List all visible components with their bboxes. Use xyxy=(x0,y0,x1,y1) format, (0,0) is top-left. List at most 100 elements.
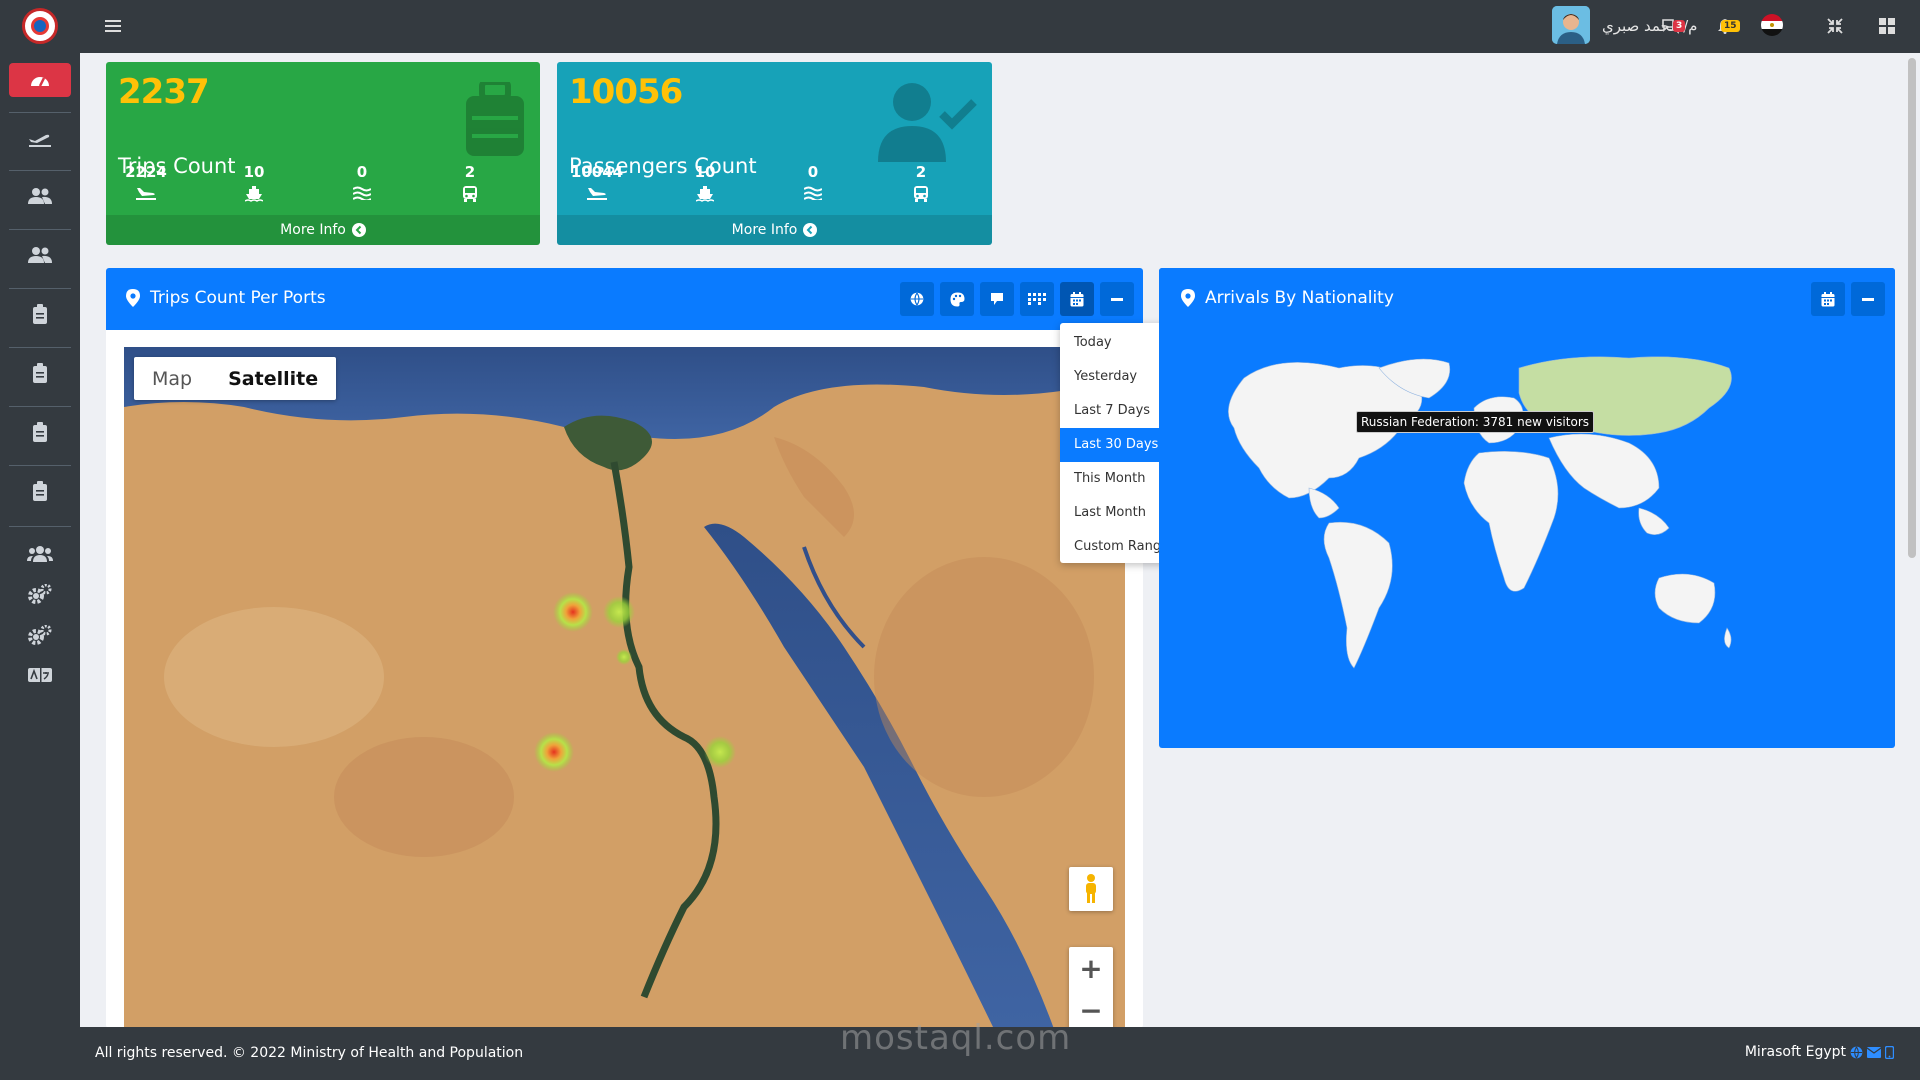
pegman-icon xyxy=(1086,874,1096,903)
trips-stat-air: 2224 xyxy=(116,162,176,200)
passengers-stat-sea: 10 xyxy=(675,162,735,202)
map-type-control: Map Satellite xyxy=(134,357,337,400)
cogs-icon xyxy=(28,584,52,604)
sidebar-item-dashboard[interactable] xyxy=(9,63,71,97)
tool-collapse-button[interactable] xyxy=(1100,282,1134,316)
user-check-icon xyxy=(878,83,977,162)
map-tooltip: Russian Federation: 3781 new visitors xyxy=(1356,411,1594,433)
clipboard-icon xyxy=(33,422,47,442)
trips-stat-water: 0 xyxy=(332,162,392,200)
satellite-imagery xyxy=(124,347,1125,1029)
grid-dots-icon xyxy=(1028,293,1046,305)
calendar-icon xyxy=(1821,291,1835,306)
tool-date-range-button[interactable] xyxy=(1060,282,1094,316)
mobile-icon[interactable] xyxy=(1885,1045,1894,1059)
ship-icon xyxy=(245,186,263,202)
world-map[interactable] xyxy=(1189,348,1749,718)
messages-badge: 3 xyxy=(1673,20,1686,32)
minus-icon xyxy=(1111,297,1123,301)
sidebar-item-settings-1[interactable] xyxy=(9,577,71,611)
tool-globe-button[interactable] xyxy=(900,282,934,316)
sidebar-item-settings-2[interactable] xyxy=(9,618,71,652)
passengers-stat-land: 2 xyxy=(891,162,951,202)
user-avatar[interactable] xyxy=(1552,6,1590,44)
users-icon xyxy=(28,188,52,204)
top-navbar: م/ محمد صبري 3 15 xyxy=(80,0,1920,53)
hamburger-icon xyxy=(105,20,121,32)
passengers-more-info-link[interactable]: More Info xyxy=(557,215,992,245)
clipboard-icon xyxy=(33,481,47,501)
map-marker-icon xyxy=(1181,289,1195,307)
clipboard-icon xyxy=(33,363,47,383)
sidebar-item-report-3[interactable] xyxy=(9,415,71,449)
arrivals-date-range-button[interactable] xyxy=(1811,282,1845,316)
compress-icon xyxy=(1827,18,1843,34)
trips-stat-land: 2 xyxy=(440,162,500,202)
footer-copyright: All rights reserved. © 2022 Ministry of … xyxy=(95,1045,524,1061)
footer-brand[interactable]: Mirasoft Egypt xyxy=(1745,1044,1846,1060)
sidebar-item-report-2[interactable] xyxy=(9,356,71,390)
watermark: mostaql.com xyxy=(840,1018,1072,1058)
plane-landing-icon xyxy=(136,188,156,200)
calendar-icon xyxy=(1070,291,1084,306)
comment-icon xyxy=(991,293,1003,305)
sidebar-item-flights[interactable] xyxy=(9,121,71,155)
sidebar-item-users-1[interactable] xyxy=(9,179,71,213)
sidebar-item-language[interactable] xyxy=(9,658,71,692)
passengers-stat-air: 10044 xyxy=(567,162,627,200)
arrivals-header: Arrivals By Nationality xyxy=(1159,268,1895,330)
map-zoom-control: + − xyxy=(1069,947,1113,1029)
ministry-logo[interactable] xyxy=(22,8,58,44)
arrivals-collapse-button[interactable] xyxy=(1851,282,1885,316)
tool-comment-button[interactable] xyxy=(980,282,1014,316)
zoom-out-button[interactable]: − xyxy=(1069,989,1113,1029)
language-icon xyxy=(28,668,52,682)
messages-button[interactable]: 3 xyxy=(1656,14,1686,38)
water-icon xyxy=(804,186,822,200)
sidebar-item-report-1[interactable] xyxy=(9,297,71,331)
trips-per-ports-title: Trips Count Per Ports xyxy=(150,288,326,308)
grid-icon xyxy=(1879,18,1895,34)
trips-stat-sea: 10 xyxy=(224,162,284,202)
sidebar xyxy=(0,0,80,1080)
arrow-circle-left-icon xyxy=(351,223,366,237)
envelope-icon[interactable] xyxy=(1867,1046,1881,1058)
palette-icon xyxy=(950,292,964,306)
map-marker-icon xyxy=(126,289,140,307)
trips-count-box: 2237 Trips Count 2224 10 0 2 More Info xyxy=(106,62,540,245)
notifications-button[interactable]: 15 xyxy=(1710,14,1740,38)
arrow-circle-left-icon xyxy=(803,223,818,237)
tool-palette-button[interactable] xyxy=(940,282,974,316)
street-view-pegman[interactable] xyxy=(1069,867,1113,911)
sidebar-item-report-4[interactable] xyxy=(9,474,71,508)
language-flag-button[interactable] xyxy=(1758,12,1786,38)
bus-icon xyxy=(463,186,477,202)
map-type-satellite-button[interactable]: Satellite xyxy=(210,357,336,400)
arrivals-by-nationality-card: Arrivals By Nationality Russian Federati… xyxy=(1159,268,1895,748)
sidebar-item-user-groups[interactable] xyxy=(9,537,71,571)
globe-icon[interactable] xyxy=(1850,1046,1863,1059)
apps-button[interactable] xyxy=(1876,15,1898,37)
trips-count-value: 2237 xyxy=(118,72,210,112)
sidebar-item-users-2[interactable] xyxy=(9,238,71,272)
page-scrollbar[interactable] xyxy=(1908,58,1916,558)
clipboard-icon xyxy=(33,304,47,324)
water-icon xyxy=(353,186,371,200)
passengers-count-box: 10056 Passengers Count 10044 10 0 2 More… xyxy=(557,62,992,245)
passengers-count-value: 10056 xyxy=(569,72,683,112)
google-map[interactable]: Map Satellite + − xyxy=(124,347,1125,1029)
plane-departure-icon xyxy=(29,134,51,147)
bus-icon xyxy=(914,186,928,202)
menu-toggle-button[interactable] xyxy=(102,16,124,36)
globe-icon xyxy=(910,292,924,306)
dashboard-icon xyxy=(31,77,49,87)
tool-grid-button[interactable] xyxy=(1020,282,1054,316)
cogs-icon xyxy=(28,625,52,645)
zoom-in-button[interactable]: + xyxy=(1069,947,1113,989)
minus-icon xyxy=(1862,297,1874,301)
users-icon xyxy=(28,247,52,263)
map-type-map-button[interactable]: Map xyxy=(134,357,210,400)
fullscreen-button[interactable] xyxy=(1824,15,1846,37)
arrivals-title: Arrivals By Nationality xyxy=(1205,288,1394,308)
trips-more-info-link[interactable]: More Info xyxy=(106,215,540,245)
